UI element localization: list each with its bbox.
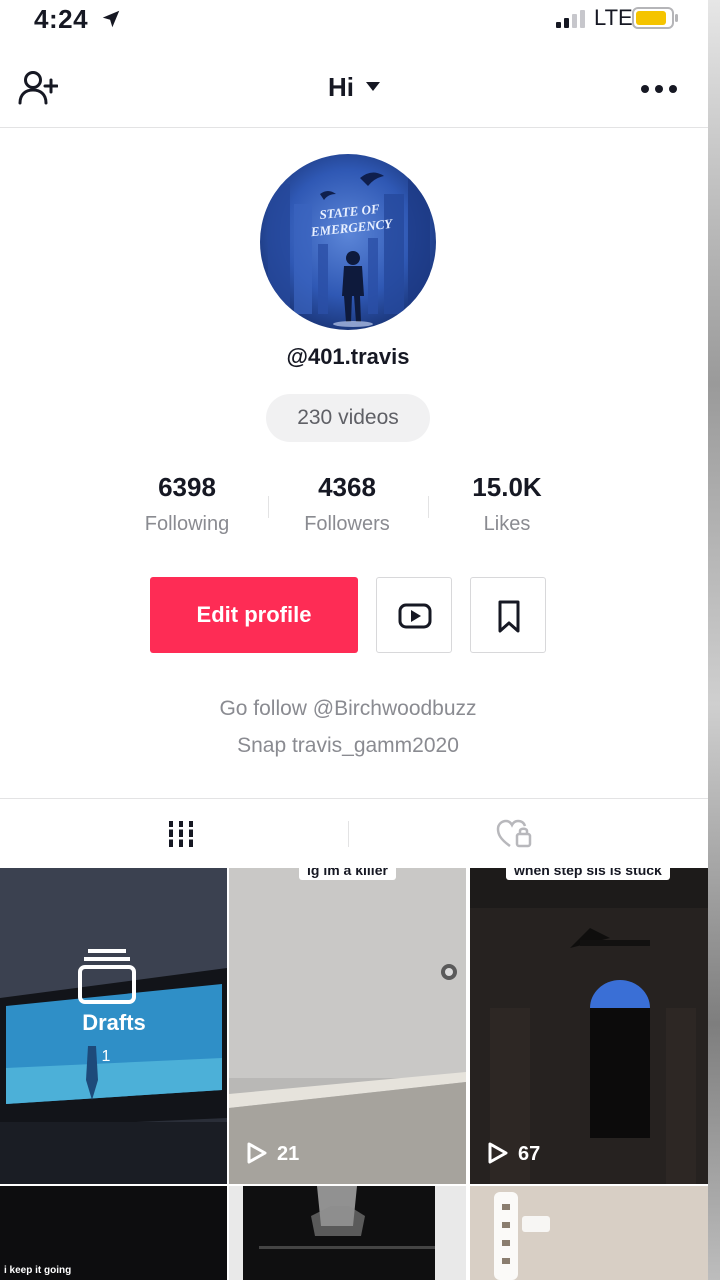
grid-icon (166, 821, 196, 847)
network-type: LTE (594, 5, 633, 30)
tab-liked[interactable] (360, 799, 708, 869)
video-tile[interactable]: i keep it going (0, 1186, 227, 1280)
video-tile[interactable]: ig im a killer 21 (229, 868, 466, 1184)
video-caption: when step sis is stuck (506, 868, 670, 880)
battery-icon (632, 7, 678, 29)
stat-label: Following (144, 513, 230, 535)
drafts-tile[interactable]: Drafts 1 (0, 868, 227, 1184)
private-heart-icon (496, 819, 532, 848)
divider (348, 821, 349, 847)
stat-likes[interactable]: 15.0K Likes (427, 472, 587, 536)
location-arrow-icon (102, 10, 120, 28)
stat-value: 15.0K (472, 472, 542, 502)
stat-following[interactable]: 6398 Following (107, 472, 267, 536)
stat-label: Followers (304, 513, 390, 535)
tab-videos[interactable] (0, 799, 348, 869)
stat-followers[interactable]: 4368 Followers (267, 472, 427, 536)
youtube-icon (398, 603, 432, 629)
stat-label: Likes (483, 513, 531, 535)
bio-line: Snap travis_gamm2020 (237, 734, 459, 757)
drafts-icon (78, 949, 136, 1004)
chevron-down-icon[interactable] (366, 82, 380, 91)
bookmark-icon (498, 600, 520, 633)
video-thumbnail (470, 868, 708, 1184)
drafts-count: 1 (101, 1048, 111, 1065)
signal-icon (556, 10, 585, 28)
top-nav: Hi (0, 40, 708, 128)
view-count-value: 21 (277, 1143, 300, 1165)
account-title[interactable]: Hi (328, 72, 354, 102)
video-tile[interactable] (229, 1186, 466, 1280)
view-count: 67 (488, 1142, 540, 1166)
more-icon[interactable] (640, 84, 678, 94)
video-thumbnail (470, 1186, 708, 1280)
video-tile[interactable]: when step sis is stuck 67 (470, 868, 708, 1184)
youtube-link-button[interactable] (376, 577, 452, 653)
username: @401.travis (286, 344, 410, 369)
device-edge (708, 0, 720, 1280)
status-time: 4:24 (34, 4, 89, 34)
video-tile[interactable] (470, 1186, 708, 1280)
avatar-image: STATE OF EMERGENCY (260, 154, 436, 330)
view-count: 21 (247, 1142, 299, 1166)
play-icon (488, 1142, 508, 1164)
stat-value: 6398 (158, 472, 216, 502)
video-count-badge[interactable]: 230 videos (266, 394, 430, 442)
video-thumbnail (229, 868, 466, 1184)
video-caption: i keep it going (4, 1265, 72, 1276)
favorites-button[interactable] (470, 577, 546, 653)
drafts-label: Drafts (82, 1010, 146, 1035)
stat-value: 4368 (318, 472, 376, 502)
view-count-value: 67 (518, 1143, 541, 1165)
video-caption: ig im a killer (299, 868, 396, 880)
edit-profile-button[interactable]: Edit profile (150, 577, 358, 653)
video-thumbnail (229, 1186, 466, 1280)
play-icon (247, 1142, 267, 1164)
avatar[interactable]: STATE OF EMERGENCY (260, 154, 436, 330)
status-bar: 4:24 LTE (0, 0, 708, 40)
profile-tabs (0, 798, 708, 868)
account-switcher[interactable]: Hi (0, 72, 708, 103)
bio-line: Go follow @Birchwoodbuzz (219, 697, 477, 720)
video-grid: Drafts 1 ig im a killer 21 when step sis… (0, 868, 708, 1280)
profile-stats: 6398 Following 4368 Followers 15.0K Like… (107, 472, 587, 542)
